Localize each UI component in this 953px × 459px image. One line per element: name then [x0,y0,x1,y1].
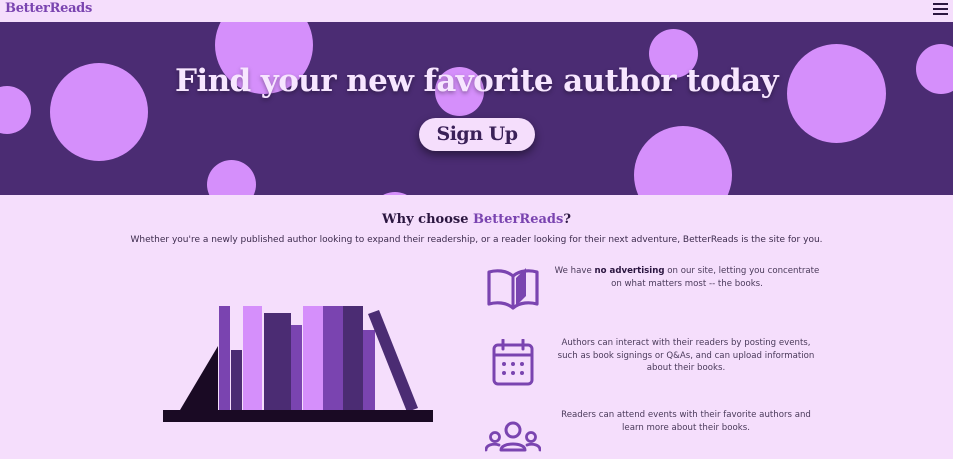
feature-no-ads: We have no advertising on our site, lett… [553,265,821,290]
book [291,325,302,410]
book [243,306,262,410]
heading-suffix: ? [563,212,571,227]
section-subtitle: Whether you're a newly published author … [130,235,823,245]
logo[interactable]: BetterReads [5,1,92,16]
heading-brand: BetterReads [473,212,564,227]
book [264,313,291,410]
hamburger-menu-icon[interactable] [933,2,948,16]
sign-up-button[interactable]: Sign Up [419,118,535,151]
book [323,306,343,410]
feature-text-before: We have [554,266,595,276]
feature-reader-events: Readers can attend events with their fav… [561,410,811,433]
hero-banner: Find your new favorite author today Sign… [0,22,953,195]
calendar-icon [492,339,534,386]
feature-author-events: Authors can interact with their readers … [557,338,815,373]
leaning-book [180,346,218,410]
users-group-icon [485,421,541,452]
top-nav: BetterReads [0,0,953,22]
open-book-icon [487,268,539,310]
book [231,350,242,410]
hero-title: Find your new favorite author today [175,63,779,99]
shelf [163,410,433,422]
book [363,330,375,410]
book [343,306,363,410]
heading-prefix: Why choose [382,212,474,227]
book [303,306,323,410]
leaning-book [368,310,418,412]
decorative-bubble [370,192,420,195]
feature-text-bold: no advertising [594,266,665,276]
section-heading: Why choose BetterReads? [0,212,953,227]
bookshelf-illustration [163,306,433,422]
decorative-bubble [634,126,732,195]
book [219,306,230,410]
decorative-bubble [207,160,256,195]
